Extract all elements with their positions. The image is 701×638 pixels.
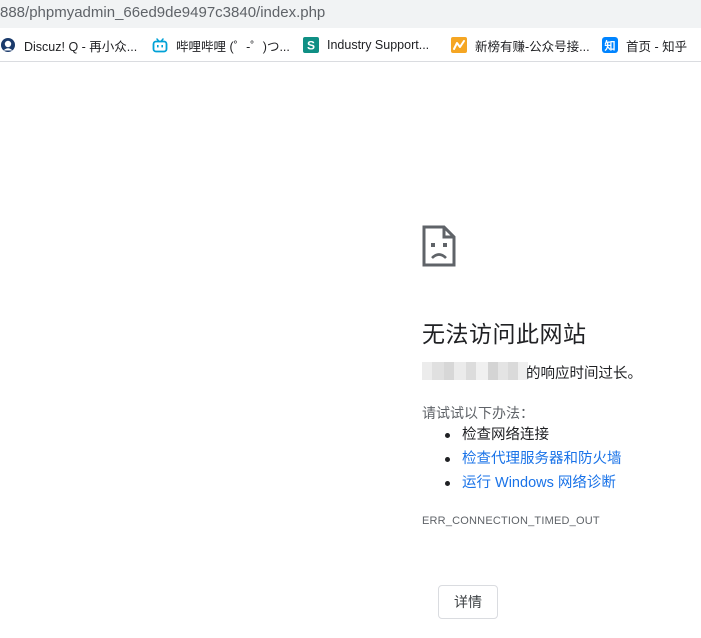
address-url[interactable]: 888/phpmyadmin_66ed9de9497c3840/index.ph… <box>0 4 325 21</box>
sad-page-icon <box>422 225 456 267</box>
svg-text:知: 知 <box>604 39 616 53</box>
bullet-icon <box>445 433 450 438</box>
blurred-hostname <box>422 361 528 381</box>
bookmark-label: 哔哩哔哩 (゜-゜)つ... <box>176 39 290 54</box>
xinbang-icon <box>451 37 467 53</box>
suggestion-check-network: 检查网络连接 <box>422 423 622 447</box>
error-code: ERR_CONNECTION_TIMED_OUT <box>422 515 600 527</box>
bookmark-label: 首页 - 知乎 <box>626 39 688 54</box>
bullet-icon <box>445 457 450 462</box>
check-proxy-link[interactable]: 检查代理服务器和防火墙 <box>462 451 622 467</box>
bookmark-zhihu[interactable]: 知 首页 - 知乎 <box>602 36 687 54</box>
error-summary: 的响应时间过长。 <box>526 366 642 382</box>
bookmark-industry-support[interactable]: S Industry Support... <box>303 36 429 54</box>
details-button[interactable]: 详情 <box>438 585 498 619</box>
suggestion-check-proxy: 检查代理服务器和防火墙 <box>422 447 622 471</box>
bookmark-bilibili[interactable]: 哔哩哔哩 (゜-゜)つ... <box>152 36 290 54</box>
bilibili-icon <box>152 37 168 53</box>
bookmark-label: Discuz! Q - 再小众... <box>24 39 138 54</box>
bookmark-xinbang[interactable]: 新榜有赚-公众号接... <box>451 36 590 54</box>
address-bar[interactable]: 888/phpmyadmin_66ed9de9497c3840/index.ph… <box>0 0 701 28</box>
suggestion-label: 检查网络连接 <box>462 427 549 443</box>
svg-text:S: S <box>307 39 315 53</box>
bookmarks-bar: Discuz! Q - 再小众... 哔哩哔哩 (゜-゜)つ... S Indu… <box>0 28 701 62</box>
zhihu-icon: 知 <box>602 37 618 53</box>
bullet-icon <box>445 481 450 486</box>
suggestions-list: 检查网络连接 检查代理服务器和防火墙 运行 Windows 网络诊断 <box>422 423 622 495</box>
suggestion-run-diagnostics: 运行 Windows 网络诊断 <box>422 471 622 495</box>
bookmark-label: Industry Support... <box>327 38 430 52</box>
suggestions-title: 请试试以下办法： <box>422 405 534 421</box>
network-diagnostics-link[interactable]: 运行 Windows 网络诊断 <box>462 475 616 491</box>
discuz-icon <box>0 37 16 53</box>
bookmark-discuz[interactable]: Discuz! Q - 再小众... <box>0 36 137 54</box>
bookmark-label: 新榜有赚-公众号接... <box>475 39 590 54</box>
industry-support-icon: S <box>303 37 319 53</box>
error-title: 无法访问此网站 <box>422 321 587 347</box>
